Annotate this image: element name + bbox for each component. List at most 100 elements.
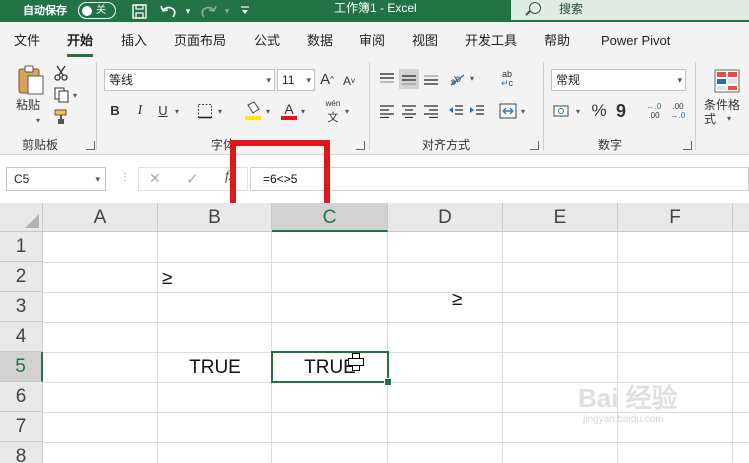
fill-color-dropdown-icon[interactable]: ▾ bbox=[266, 107, 270, 116]
redo-dropdown-icon[interactable]: ▾ bbox=[217, 1, 237, 21]
underline-button[interactable]: U bbox=[155, 102, 171, 120]
increase-decimal-icon[interactable]: ←.0.00 bbox=[644, 100, 664, 122]
tab-formulas[interactable]: 公式 bbox=[254, 33, 280, 49]
font-size-select[interactable]: 11 ▾ bbox=[277, 69, 315, 91]
column-header-b[interactable]: B bbox=[158, 203, 272, 232]
row-header-7[interactable]: 7 bbox=[0, 412, 43, 442]
tab-data[interactable]: 数据 bbox=[307, 33, 333, 49]
shrink-font-icon[interactable]: Av bbox=[340, 72, 358, 90]
cell-b2[interactable]: ≥ bbox=[162, 264, 182, 294]
merge-center-icon[interactable] bbox=[498, 101, 518, 121]
cell-b5[interactable]: TRUE bbox=[158, 353, 272, 383]
column-header-e[interactable]: E bbox=[503, 203, 618, 232]
name-box-splitter-icon[interactable]: ⋮ bbox=[120, 172, 130, 183]
column-header-a[interactable]: A bbox=[43, 203, 158, 232]
column-header-c[interactable]: C bbox=[272, 203, 388, 232]
fill-color-icon[interactable] bbox=[243, 100, 263, 122]
row-header-4[interactable]: 4 bbox=[0, 322, 43, 352]
italic-button[interactable]: I bbox=[132, 102, 148, 120]
underline-dropdown-icon[interactable]: ▾ bbox=[175, 107, 179, 116]
font-color-icon[interactable]: A bbox=[280, 100, 298, 122]
font-launcher-icon[interactable] bbox=[356, 141, 365, 150]
borders-icon[interactable] bbox=[196, 102, 214, 120]
grow-font-icon[interactable]: A ^ bbox=[318, 70, 336, 90]
align-left-icon[interactable] bbox=[378, 102, 396, 120]
align-center-icon[interactable] bbox=[400, 102, 418, 120]
cut-icon[interactable] bbox=[52, 64, 70, 82]
wrap-text-icon[interactable]: ab ↵c bbox=[496, 68, 518, 90]
row-header-2[interactable]: 2 bbox=[0, 262, 43, 292]
undo-icon[interactable] bbox=[158, 1, 178, 21]
gridline bbox=[43, 352, 749, 353]
search-box[interactable]: 搜索 bbox=[511, 0, 749, 20]
decrease-decimal-icon[interactable]: .00 →.0 bbox=[668, 100, 688, 122]
ribbon-home: 粘贴 ▾ ▾ 剪贴板 等线 ▾ 11 ▾ A ^ Av B I U ▾ ▾ ▾ A ▾… bbox=[0, 58, 749, 155]
column-header-d[interactable]: D bbox=[388, 203, 503, 232]
clipboard-launcher-icon[interactable] bbox=[86, 141, 95, 150]
customize-qat-icon[interactable] bbox=[235, 1, 255, 21]
font-name-select[interactable]: 等线 ▾ bbox=[104, 69, 275, 91]
orientation-icon[interactable]: ab bbox=[447, 68, 467, 88]
tab-home[interactable]: 开始 bbox=[67, 33, 94, 57]
row-header-6[interactable]: 6 bbox=[0, 382, 43, 412]
tab-page-layout[interactable]: 页面布局 bbox=[174, 33, 226, 49]
undo-dropdown-icon[interactable]: ▾ bbox=[178, 1, 198, 21]
tab-view[interactable]: 视图 bbox=[412, 33, 438, 49]
column-header-f[interactable]: F bbox=[618, 203, 733, 232]
paste-label[interactable]: 粘贴 bbox=[16, 98, 40, 112]
align-middle-icon[interactable] bbox=[399, 69, 419, 89]
tab-review[interactable]: 审阅 bbox=[359, 33, 385, 49]
bold-button[interactable]: B bbox=[107, 102, 123, 120]
orientation-dropdown-icon[interactable]: ▾ bbox=[470, 74, 474, 83]
row-header-8[interactable]: 8 bbox=[0, 442, 43, 463]
align-top-icon[interactable] bbox=[378, 70, 396, 88]
align-bottom-icon[interactable] bbox=[422, 70, 440, 88]
tab-file[interactable]: 文件 bbox=[14, 33, 40, 49]
comma-style-button[interactable]: 9 bbox=[614, 101, 628, 121]
percent-style-button[interactable]: % bbox=[590, 101, 608, 121]
save-icon[interactable] bbox=[129, 1, 149, 21]
format-painter-icon[interactable] bbox=[52, 108, 70, 126]
row-header-5[interactable]: 5 bbox=[0, 352, 43, 382]
number-launcher-icon[interactable] bbox=[683, 141, 692, 150]
paste-dropdown-icon[interactable]: ▾ bbox=[36, 116, 40, 125]
watermark-brand: Bai 经验 bbox=[578, 383, 678, 413]
enter-icon[interactable]: ✓ bbox=[186, 170, 199, 188]
phonetic-guide-icon[interactable]: wén 文 bbox=[324, 99, 342, 124]
copy-dropdown-icon[interactable]: ▾ bbox=[73, 91, 77, 100]
gridline bbox=[387, 232, 388, 463]
accounting-format-icon[interactable] bbox=[552, 101, 572, 121]
tab-developer[interactable]: 开发工具 bbox=[465, 33, 517, 49]
gridline bbox=[502, 232, 503, 463]
autosave-toggle[interactable]: 关 bbox=[78, 2, 116, 19]
borders-dropdown-icon[interactable]: ▾ bbox=[218, 107, 222, 116]
number-format-select[interactable]: 常规 ▾ bbox=[551, 69, 686, 91]
increase-indent-icon[interactable] bbox=[468, 102, 486, 120]
accounting-dropdown-icon[interactable]: ▾ bbox=[576, 107, 580, 116]
grow-font-glyph: A bbox=[320, 71, 331, 88]
redo-icon[interactable] bbox=[198, 1, 218, 21]
decrease-indent-icon[interactable] bbox=[447, 102, 465, 120]
alignment-launcher-icon[interactable] bbox=[530, 141, 539, 150]
row-header-1[interactable]: 1 bbox=[0, 232, 43, 262]
gridline bbox=[271, 232, 272, 463]
tab-power-pivot[interactable]: Power Pivot bbox=[601, 33, 670, 49]
align-right-icon[interactable] bbox=[422, 102, 440, 120]
select-all-button[interactable] bbox=[0, 203, 43, 232]
cell-d3[interactable]: ≥ bbox=[452, 285, 472, 315]
merge-dropdown-icon[interactable]: ▾ bbox=[521, 107, 525, 116]
conditional-formatting-icon[interactable] bbox=[712, 66, 742, 96]
column-header-g[interactable] bbox=[733, 203, 749, 232]
tab-help[interactable]: 帮助 bbox=[544, 33, 570, 49]
conditional-formatting-dropdown-icon[interactable]: ▾ bbox=[727, 114, 731, 123]
phonetic-dropdown-icon[interactable]: ▾ bbox=[345, 107, 349, 116]
font-color-dropdown-icon[interactable]: ▾ bbox=[301, 107, 305, 116]
watermark-url: jingyan.baidu.com bbox=[583, 414, 664, 425]
copy-icon[interactable] bbox=[52, 86, 70, 104]
paste-icon[interactable] bbox=[14, 64, 48, 96]
row-header-3[interactable]: 3 bbox=[0, 292, 43, 322]
name-box[interactable]: C5 ▾ bbox=[6, 167, 106, 191]
group-divider bbox=[543, 62, 544, 150]
cancel-icon[interactable]: ✕ bbox=[149, 170, 161, 187]
tab-insert[interactable]: 插入 bbox=[121, 33, 147, 49]
